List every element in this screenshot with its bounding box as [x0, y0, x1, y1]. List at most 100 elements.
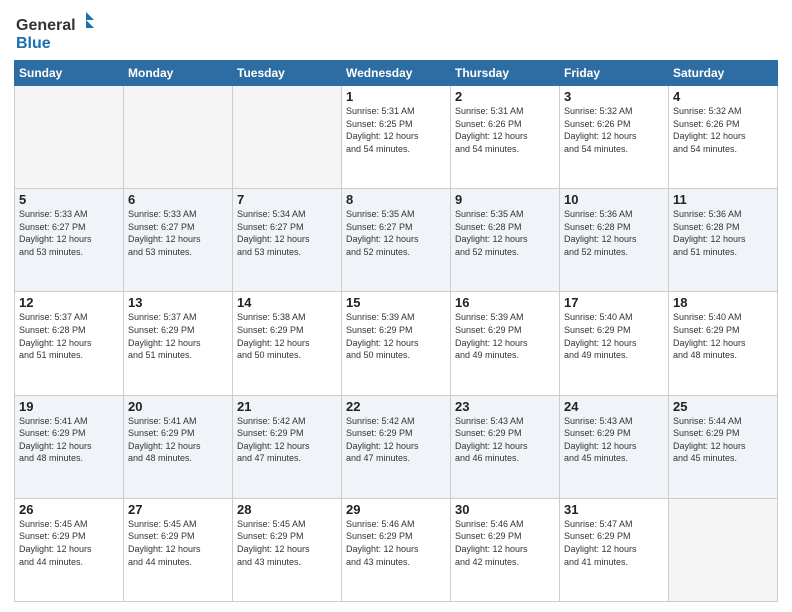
logo-svg: General Blue: [14, 10, 94, 54]
day-number: 26: [19, 502, 119, 517]
calendar-cell: 2Sunrise: 5:31 AM Sunset: 6:26 PM Daylig…: [451, 86, 560, 189]
calendar-cell: 20Sunrise: 5:41 AM Sunset: 6:29 PM Dayli…: [124, 395, 233, 498]
weekday-header-thursday: Thursday: [451, 61, 560, 86]
calendar-cell: 4Sunrise: 5:32 AM Sunset: 6:26 PM Daylig…: [669, 86, 778, 189]
calendar-cell: [233, 86, 342, 189]
day-number: 21: [237, 399, 337, 414]
calendar-table: SundayMondayTuesdayWednesdayThursdayFrid…: [14, 60, 778, 602]
calendar-cell: 25Sunrise: 5:44 AM Sunset: 6:29 PM Dayli…: [669, 395, 778, 498]
calendar-cell: 6Sunrise: 5:33 AM Sunset: 6:27 PM Daylig…: [124, 189, 233, 292]
day-number: 22: [346, 399, 446, 414]
day-number: 16: [455, 295, 555, 310]
day-number: 2: [455, 89, 555, 104]
calendar-cell: 19Sunrise: 5:41 AM Sunset: 6:29 PM Dayli…: [15, 395, 124, 498]
day-number: 18: [673, 295, 773, 310]
calendar-cell: 21Sunrise: 5:42 AM Sunset: 6:29 PM Dayli…: [233, 395, 342, 498]
day-info: Sunrise: 5:42 AM Sunset: 6:29 PM Dayligh…: [346, 415, 446, 465]
calendar-cell: [669, 498, 778, 601]
day-info: Sunrise: 5:39 AM Sunset: 6:29 PM Dayligh…: [455, 311, 555, 361]
calendar-cell: 16Sunrise: 5:39 AM Sunset: 6:29 PM Dayli…: [451, 292, 560, 395]
calendar-cell: 23Sunrise: 5:43 AM Sunset: 6:29 PM Dayli…: [451, 395, 560, 498]
day-number: 10: [564, 192, 664, 207]
calendar-cell: 14Sunrise: 5:38 AM Sunset: 6:29 PM Dayli…: [233, 292, 342, 395]
calendar-cell: 28Sunrise: 5:45 AM Sunset: 6:29 PM Dayli…: [233, 498, 342, 601]
day-info: Sunrise: 5:40 AM Sunset: 6:29 PM Dayligh…: [673, 311, 773, 361]
day-info: Sunrise: 5:42 AM Sunset: 6:29 PM Dayligh…: [237, 415, 337, 465]
calendar-cell: 10Sunrise: 5:36 AM Sunset: 6:28 PM Dayli…: [560, 189, 669, 292]
day-number: 30: [455, 502, 555, 517]
page: General Blue SundayMondayTuesdayWednesda…: [0, 0, 792, 612]
weekday-header-monday: Monday: [124, 61, 233, 86]
day-number: 28: [237, 502, 337, 517]
day-info: Sunrise: 5:35 AM Sunset: 6:28 PM Dayligh…: [455, 208, 555, 258]
day-number: 31: [564, 502, 664, 517]
day-number: 13: [128, 295, 228, 310]
calendar-cell: 17Sunrise: 5:40 AM Sunset: 6:29 PM Dayli…: [560, 292, 669, 395]
calendar-cell: 11Sunrise: 5:36 AM Sunset: 6:28 PM Dayli…: [669, 189, 778, 292]
day-info: Sunrise: 5:44 AM Sunset: 6:29 PM Dayligh…: [673, 415, 773, 465]
day-info: Sunrise: 5:32 AM Sunset: 6:26 PM Dayligh…: [564, 105, 664, 155]
day-info: Sunrise: 5:31 AM Sunset: 6:26 PM Dayligh…: [455, 105, 555, 155]
day-number: 17: [564, 295, 664, 310]
calendar-cell: 18Sunrise: 5:40 AM Sunset: 6:29 PM Dayli…: [669, 292, 778, 395]
day-info: Sunrise: 5:46 AM Sunset: 6:29 PM Dayligh…: [455, 518, 555, 568]
day-info: Sunrise: 5:33 AM Sunset: 6:27 PM Dayligh…: [19, 208, 119, 258]
svg-text:Blue: Blue: [16, 35, 51, 52]
day-number: 9: [455, 192, 555, 207]
logo: General Blue: [14, 10, 94, 54]
weekday-header-sunday: Sunday: [15, 61, 124, 86]
day-number: 5: [19, 192, 119, 207]
day-number: 27: [128, 502, 228, 517]
calendar-cell: 30Sunrise: 5:46 AM Sunset: 6:29 PM Dayli…: [451, 498, 560, 601]
day-number: 23: [455, 399, 555, 414]
calendar-cell: 29Sunrise: 5:46 AM Sunset: 6:29 PM Dayli…: [342, 498, 451, 601]
calendar-cell: 9Sunrise: 5:35 AM Sunset: 6:28 PM Daylig…: [451, 189, 560, 292]
day-number: 24: [564, 399, 664, 414]
day-info: Sunrise: 5:37 AM Sunset: 6:29 PM Dayligh…: [128, 311, 228, 361]
weekday-header-friday: Friday: [560, 61, 669, 86]
calendar-cell: 24Sunrise: 5:43 AM Sunset: 6:29 PM Dayli…: [560, 395, 669, 498]
calendar-cell: 5Sunrise: 5:33 AM Sunset: 6:27 PM Daylig…: [15, 189, 124, 292]
day-info: Sunrise: 5:43 AM Sunset: 6:29 PM Dayligh…: [455, 415, 555, 465]
day-number: 1: [346, 89, 446, 104]
day-info: Sunrise: 5:47 AM Sunset: 6:29 PM Dayligh…: [564, 518, 664, 568]
day-info: Sunrise: 5:36 AM Sunset: 6:28 PM Dayligh…: [564, 208, 664, 258]
day-number: 8: [346, 192, 446, 207]
day-info: Sunrise: 5:46 AM Sunset: 6:29 PM Dayligh…: [346, 518, 446, 568]
day-info: Sunrise: 5:31 AM Sunset: 6:25 PM Dayligh…: [346, 105, 446, 155]
day-info: Sunrise: 5:41 AM Sunset: 6:29 PM Dayligh…: [128, 415, 228, 465]
day-info: Sunrise: 5:45 AM Sunset: 6:29 PM Dayligh…: [237, 518, 337, 568]
day-info: Sunrise: 5:36 AM Sunset: 6:28 PM Dayligh…: [673, 208, 773, 258]
calendar-cell: [124, 86, 233, 189]
day-info: Sunrise: 5:37 AM Sunset: 6:28 PM Dayligh…: [19, 311, 119, 361]
day-number: 3: [564, 89, 664, 104]
day-info: Sunrise: 5:39 AM Sunset: 6:29 PM Dayligh…: [346, 311, 446, 361]
day-number: 4: [673, 89, 773, 104]
day-info: Sunrise: 5:45 AM Sunset: 6:29 PM Dayligh…: [19, 518, 119, 568]
calendar-cell: 3Sunrise: 5:32 AM Sunset: 6:26 PM Daylig…: [560, 86, 669, 189]
day-info: Sunrise: 5:35 AM Sunset: 6:27 PM Dayligh…: [346, 208, 446, 258]
calendar-cell: 31Sunrise: 5:47 AM Sunset: 6:29 PM Dayli…: [560, 498, 669, 601]
day-number: 25: [673, 399, 773, 414]
calendar-cell: 7Sunrise: 5:34 AM Sunset: 6:27 PM Daylig…: [233, 189, 342, 292]
calendar-cell: 27Sunrise: 5:45 AM Sunset: 6:29 PM Dayli…: [124, 498, 233, 601]
header: General Blue: [14, 10, 778, 54]
svg-text:General: General: [16, 17, 76, 34]
day-info: Sunrise: 5:38 AM Sunset: 6:29 PM Dayligh…: [237, 311, 337, 361]
weekday-header-wednesday: Wednesday: [342, 61, 451, 86]
day-info: Sunrise: 5:32 AM Sunset: 6:26 PM Dayligh…: [673, 105, 773, 155]
calendar-cell: 12Sunrise: 5:37 AM Sunset: 6:28 PM Dayli…: [15, 292, 124, 395]
day-number: 6: [128, 192, 228, 207]
day-info: Sunrise: 5:33 AM Sunset: 6:27 PM Dayligh…: [128, 208, 228, 258]
calendar-cell: [15, 86, 124, 189]
day-info: Sunrise: 5:43 AM Sunset: 6:29 PM Dayligh…: [564, 415, 664, 465]
day-number: 29: [346, 502, 446, 517]
day-number: 15: [346, 295, 446, 310]
calendar-cell: 26Sunrise: 5:45 AM Sunset: 6:29 PM Dayli…: [15, 498, 124, 601]
day-number: 7: [237, 192, 337, 207]
day-number: 14: [237, 295, 337, 310]
calendar-cell: 8Sunrise: 5:35 AM Sunset: 6:27 PM Daylig…: [342, 189, 451, 292]
day-info: Sunrise: 5:45 AM Sunset: 6:29 PM Dayligh…: [128, 518, 228, 568]
day-info: Sunrise: 5:40 AM Sunset: 6:29 PM Dayligh…: [564, 311, 664, 361]
calendar-cell: 13Sunrise: 5:37 AM Sunset: 6:29 PM Dayli…: [124, 292, 233, 395]
